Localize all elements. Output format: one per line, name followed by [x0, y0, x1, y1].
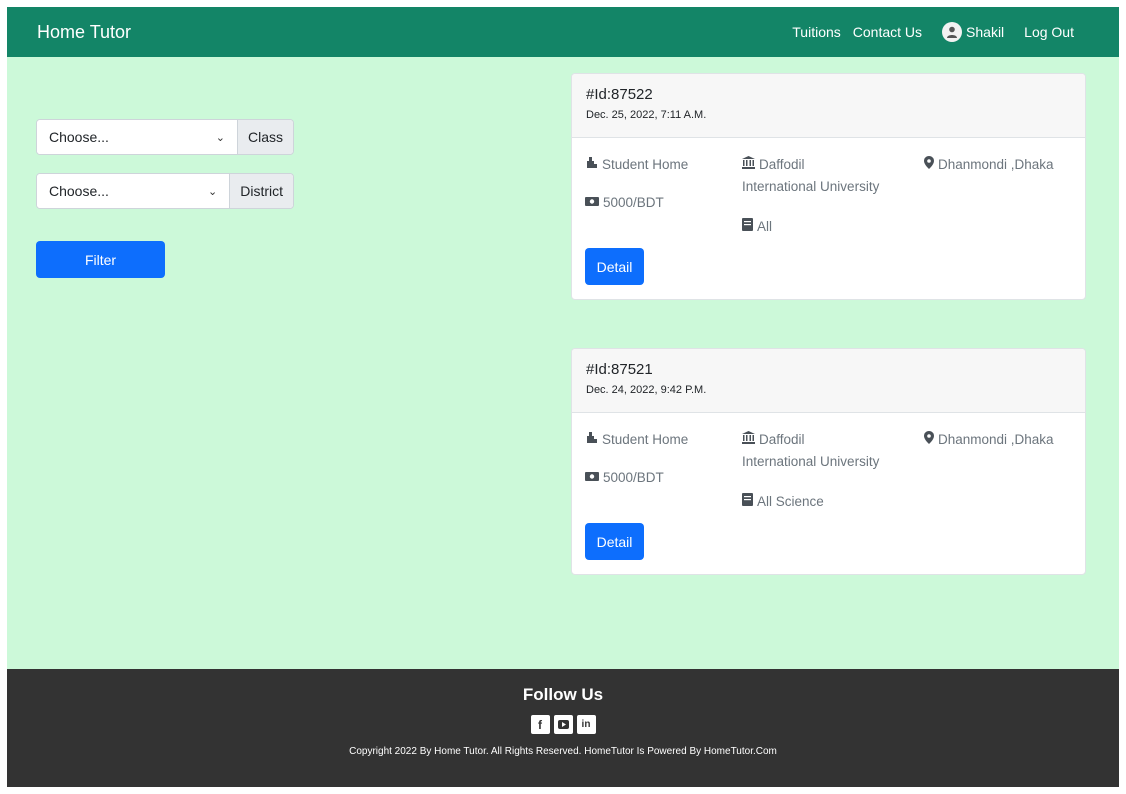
location-label: Dhanmondi ,Dhaka [938, 432, 1054, 447]
class-select[interactable]: Choose... ⌄ [37, 120, 237, 154]
linkedin-icon[interactable]: in [576, 715, 596, 734]
institution-line1: Daffodil [759, 157, 805, 172]
tuition-id: #Id:87522 [586, 86, 653, 103]
institution-line1: Daffodil [759, 432, 805, 447]
user-avatar-icon [947, 26, 958, 38]
nav-link-tuitions[interactable]: Tuitions [792, 24, 841, 40]
chevron-down-icon: ⌄ [215, 131, 225, 144]
chevron-down-icon: ⌄ [208, 185, 218, 198]
tuition-date: Dec. 24, 2022, 9:42 P.M. [586, 384, 707, 396]
subject-label: All Science [757, 494, 824, 509]
footer-title: Follow Us [522, 685, 604, 704]
tuition-date: Dec. 25, 2022, 7:11 A.M. [586, 109, 707, 121]
institution-info: Daffodil International University [742, 429, 879, 473]
salary-info: 5000/BDT [585, 467, 664, 489]
footer: Follow Us f in Copyright 2022 By Home Tu… [7, 669, 1119, 787]
home-icon [585, 429, 598, 451]
subject-label: All [757, 219, 773, 234]
nav-user-profile[interactable]: Shakil [942, 22, 1004, 42]
salary-info: 5000/BDT [585, 192, 664, 214]
location-info: Dhanmondi ,Dhaka [924, 154, 1054, 176]
place-label: Student Home [602, 432, 689, 447]
detail-button[interactable]: Detail [585, 248, 644, 285]
district-label: District [229, 174, 293, 208]
logout-link[interactable]: Log Out [1024, 24, 1074, 40]
card-body: Student Home 5000/BDT Daffodil Internati… [572, 138, 1085, 299]
card-body: Student Home 5000/BDT Daffodil Internati… [572, 413, 1085, 574]
salary-label: 5000/BDT [603, 470, 664, 485]
facebook-icon[interactable]: f [530, 715, 550, 734]
class-label: Class [236, 120, 293, 154]
nav-link-contact-us[interactable]: Contact Us [853, 24, 922, 40]
institution-info: Daffodil International University [742, 154, 879, 198]
place-info: Student Home [585, 429, 688, 451]
filter-button[interactable]: Filter [36, 241, 165, 278]
map-marker-icon [924, 429, 934, 451]
place-info: Student Home [585, 154, 688, 176]
district-select[interactable]: Choose... ⌄ [37, 174, 230, 208]
class-select-value: Choose... [49, 129, 109, 145]
tuition-card: #Id:87522 Dec. 25, 2022, 7:11 A.M. Stude… [571, 73, 1086, 300]
book-icon [742, 216, 753, 238]
social-links: f in [7, 715, 1119, 734]
home-icon [585, 154, 598, 176]
book-icon [742, 491, 753, 513]
district-select-value: Choose... [49, 183, 109, 199]
nav-menu: Tuitions Contact Us Shakil Log Out [780, 22, 1074, 42]
money-icon [585, 467, 599, 489]
card-header: #Id:87521 Dec. 24, 2022, 9:42 P.M. [572, 349, 1085, 413]
subject-info: All Science [742, 491, 824, 513]
avatar [942, 22, 963, 42]
institution-line2: International University [742, 454, 880, 469]
place-label: Student Home [602, 157, 689, 172]
copyright-text: Copyright 2022 By Home Tutor. All Rights… [349, 746, 777, 757]
location-label: Dhanmondi ,Dhaka [938, 157, 1054, 172]
university-icon [742, 429, 755, 451]
navbar: Home Tutor Tuitions Contact Us Shakil Lo… [7, 7, 1119, 57]
location-info: Dhanmondi ,Dhaka [924, 429, 1054, 451]
district-filter-group: Choose... ⌄ District [36, 173, 294, 209]
map-marker-icon [924, 154, 934, 176]
institution-line2: International University [742, 179, 880, 194]
class-filter-group: Choose... ⌄ Class [36, 119, 294, 155]
tuition-id: #Id:87521 [586, 361, 653, 378]
salary-label: 5000/BDT [603, 195, 664, 210]
nav-username: Shakil [966, 24, 1005, 40]
subject-info: All [742, 216, 772, 238]
money-icon [585, 192, 599, 214]
brand-link[interactable]: Home Tutor [37, 22, 131, 43]
university-icon [742, 154, 755, 176]
youtube-icon[interactable] [553, 715, 573, 734]
card-header: #Id:87522 Dec. 25, 2022, 7:11 A.M. [572, 74, 1085, 138]
tuition-card: #Id:87521 Dec. 24, 2022, 9:42 P.M. Stude… [571, 348, 1086, 575]
page: Home Tutor Tuitions Contact Us Shakil Lo… [7, 7, 1119, 787]
detail-button[interactable]: Detail [585, 523, 644, 560]
